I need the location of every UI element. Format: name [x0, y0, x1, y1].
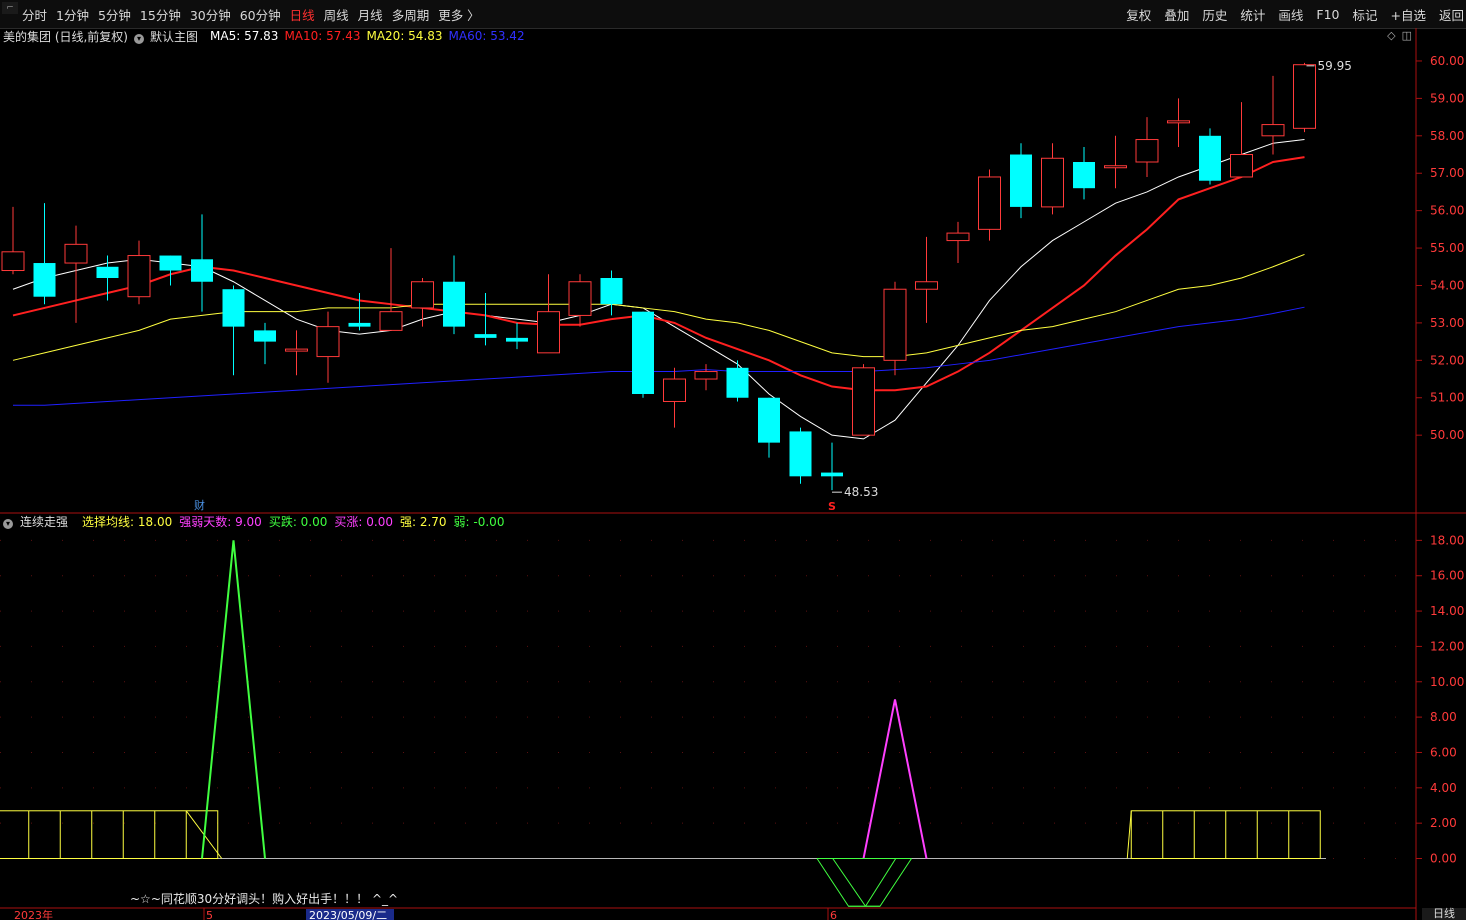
- candle-body: [285, 348, 308, 352]
- ma-line-ma5: [12, 139, 1305, 440]
- candle-body: [978, 176, 1001, 230]
- main-ytick-label: 51.00: [1430, 391, 1464, 405]
- candle-body: [1135, 139, 1159, 163]
- candle-body: [254, 330, 276, 342]
- main-ytick-label: 53.00: [1430, 316, 1464, 330]
- candle-body: [316, 326, 340, 358]
- candle-body: [1010, 154, 1032, 207]
- date-label-month: 5: [206, 909, 213, 920]
- promo-text: ~☆~同花顺30分好调头！购入好出手！！！ ^_^: [130, 891, 398, 906]
- candle-body: [443, 281, 465, 327]
- candle-body: [1230, 154, 1253, 178]
- sub-ytick-label: 4.00: [1430, 781, 1457, 795]
- candle-body: [191, 259, 213, 282]
- main-ytick-label: 60.00: [1430, 54, 1464, 68]
- signal-s-marker: S: [828, 500, 836, 513]
- candle-body: [222, 289, 245, 327]
- candle-body: [946, 232, 970, 242]
- strong-box: [0, 810, 219, 860]
- main-ytick-label: 59.00: [1430, 91, 1464, 105]
- date-cursor-label: 2023/05/09/二: [309, 909, 387, 920]
- candle-body: [1041, 157, 1064, 208]
- main-ytick-label: 56.00: [1430, 204, 1464, 218]
- candle-body: [726, 367, 749, 398]
- candle-body: [1261, 124, 1285, 137]
- candle-body: [411, 281, 434, 309]
- sub-ytick-label: 14.00: [1430, 604, 1464, 618]
- candle-body: [632, 311, 654, 394]
- main-ytick-label: 57.00: [1430, 166, 1464, 180]
- candle-body: [568, 281, 592, 316]
- candle-body: [1073, 162, 1095, 189]
- sub-ytick-label: 12.00: [1430, 639, 1464, 653]
- sub-ytick-label: 2.00: [1430, 816, 1457, 830]
- main-ytick-label: 58.00: [1430, 129, 1464, 143]
- candle-body: [33, 263, 56, 297]
- candle-body: [1293, 64, 1316, 129]
- candle-body: [159, 255, 182, 271]
- sub-ytick-label: 0.00: [1430, 852, 1457, 866]
- candle-body: [758, 397, 780, 443]
- high-price-label: 59.95: [1318, 59, 1352, 73]
- sub-series-弱: [816, 858, 912, 907]
- period-bottom-tab[interactable]: 日线: [1422, 908, 1466, 920]
- date-label-month: 6: [830, 909, 837, 920]
- weak-inner-line: [865, 858, 897, 907]
- candle-body: [537, 311, 560, 354]
- candle-body: [127, 255, 151, 298]
- sub-ytick-label: 6.00: [1430, 745, 1457, 759]
- candle-body: [852, 367, 875, 436]
- candle-body: [1199, 135, 1221, 181]
- low-price-label: 48.53: [844, 485, 878, 499]
- sub-ytick-label: 18.00: [1430, 533, 1464, 547]
- strong-diag-line: [1126, 810, 1132, 859]
- candle-body: [663, 378, 686, 402]
- candle-body: [883, 288, 907, 361]
- candle-body: [348, 322, 371, 327]
- candle-body: [821, 472, 843, 477]
- main-ytick-label: 54.00: [1430, 278, 1464, 292]
- candle-body: [96, 266, 119, 278]
- sub-series-买涨: [862, 699, 928, 859]
- sub-ytick-label: 10.00: [1430, 675, 1464, 689]
- sub-ytick-label: 8.00: [1430, 710, 1457, 724]
- date-label-year: 2023年: [14, 908, 53, 920]
- candle-body: [1167, 120, 1190, 124]
- sub-ytick-label: 16.00: [1430, 569, 1464, 583]
- candle-body: [1, 251, 25, 272]
- candle-body: [789, 431, 812, 477]
- candle-body: [64, 243, 88, 264]
- main-ytick-label: 55.00: [1430, 241, 1464, 255]
- candle-body: [474, 334, 497, 338]
- financial-report-marker: 财: [194, 498, 205, 512]
- weak-inner-line: [832, 858, 866, 907]
- candle-body: [379, 311, 403, 331]
- ma-line-ma60: [13, 306, 1305, 406]
- main-ytick-label: 50.00: [1430, 428, 1464, 442]
- candle-body: [1104, 165, 1127, 169]
- candle-body: [694, 371, 718, 380]
- candle-body: [600, 278, 623, 305]
- kline-chart[interactable]: 60.0059.0058.0057.0056.0055.0054.0053.00…: [0, 0, 1466, 920]
- main-ytick-label: 52.00: [1430, 353, 1464, 367]
- candle-body: [915, 281, 938, 290]
- candle-body: [506, 337, 528, 342]
